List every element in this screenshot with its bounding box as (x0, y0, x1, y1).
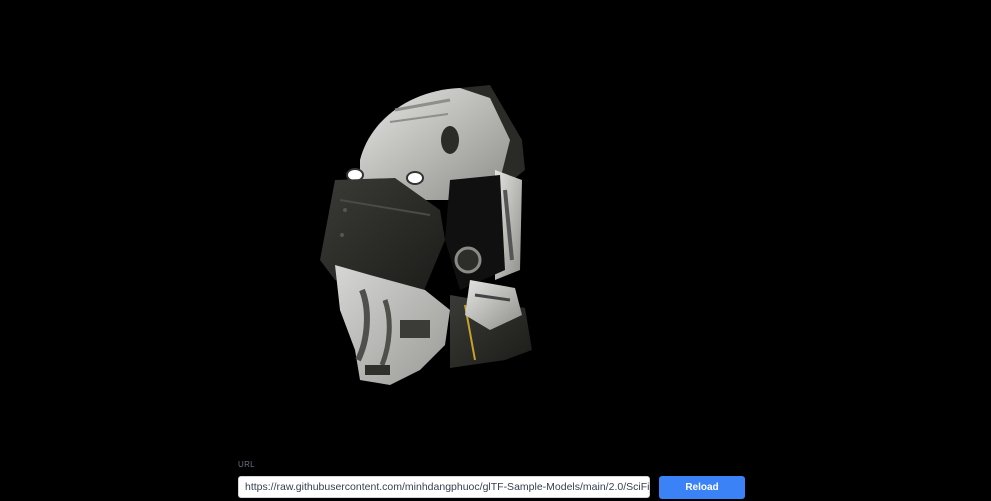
reload-button[interactable]: Reload (659, 476, 745, 499)
url-input[interactable]: https://raw.githubusercontent.com/minhda… (238, 476, 650, 498)
model-viewer-canvas[interactable] (0, 0, 991, 501)
scifi-helmet-model[interactable] (300, 70, 560, 400)
url-controls: URL https://raw.githubusercontent.com/mi… (238, 460, 745, 500)
url-label: URL (238, 460, 255, 469)
